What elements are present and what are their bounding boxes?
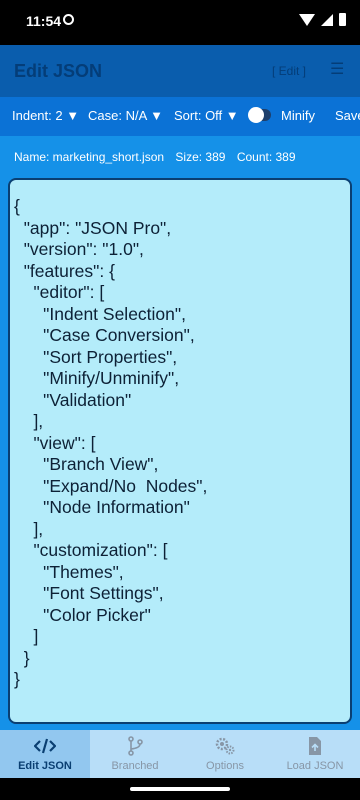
mode-indicator[interactable]: [ Edit ] — [272, 64, 306, 78]
nav-load-json[interactable]: Load JSON — [270, 730, 360, 778]
code-icon — [34, 738, 56, 754]
minify-toggle[interactable] — [248, 107, 271, 123]
nav-branched[interactable]: Branched — [90, 730, 180, 778]
nav-label: Edit JSON — [18, 760, 72, 772]
page-title: Edit JSON — [14, 61, 103, 81]
toggle-knob — [248, 107, 264, 123]
file-size: Size: 389 — [175, 150, 226, 164]
status-time: 11:54 — [26, 13, 62, 29]
content-area: Name: marketing_short.json Size: 389 Cou… — [0, 136, 360, 730]
minify-label: Minify — [281, 108, 315, 123]
indent-dropdown[interactable]: Indent: 2 ▼ — [12, 108, 79, 123]
wifi-icon — [299, 13, 315, 26]
sort-dropdown[interactable]: Sort: Off ▼ — [174, 108, 239, 123]
nav-edit-json[interactable]: Edit JSON — [0, 730, 90, 778]
home-gesture-bar[interactable] — [130, 787, 230, 791]
file-count: Count: 389 — [236, 150, 296, 164]
case-dropdown[interactable]: Case: N/A ▼ — [88, 108, 163, 123]
toolbar: Indent: 2 ▼ Case: N/A ▼ Sort: Off ▼ Mini… — [0, 97, 360, 136]
nav-options[interactable]: Options — [180, 730, 270, 778]
gesture-area — [0, 778, 360, 800]
status-icons — [299, 13, 346, 26]
branch-icon — [128, 736, 143, 756]
signal-icon — [321, 13, 333, 26]
file-info: Name: marketing_short.json Size: 389 Cou… — [14, 150, 304, 164]
save-button[interactable]: Save — [335, 108, 360, 123]
gears-icon — [215, 737, 235, 755]
nav-label: Load JSON — [286, 760, 344, 772]
load-file-icon — [309, 737, 321, 755]
do-not-disturb-icon — [63, 14, 74, 25]
json-editor[interactable]: { "app": "JSON Pro", "version": "1.0", "… — [8, 178, 352, 724]
json-text[interactable]: { "app": "JSON Pro", "version": "1.0", "… — [14, 196, 207, 691]
menu-icon[interactable]: ☰ — [330, 59, 344, 79]
battery-icon — [339, 13, 346, 26]
app-bar: Edit JSON [ Edit ] ☰ — [0, 45, 360, 97]
file-name: Name: marketing_short.json — [14, 150, 165, 164]
status-bar: 11:54 — [0, 0, 360, 45]
nav-label: Options — [206, 760, 244, 772]
nav-label: Branched — [111, 760, 159, 772]
bottom-nav: Edit JSON Branched Options Load JSON — [0, 730, 360, 778]
